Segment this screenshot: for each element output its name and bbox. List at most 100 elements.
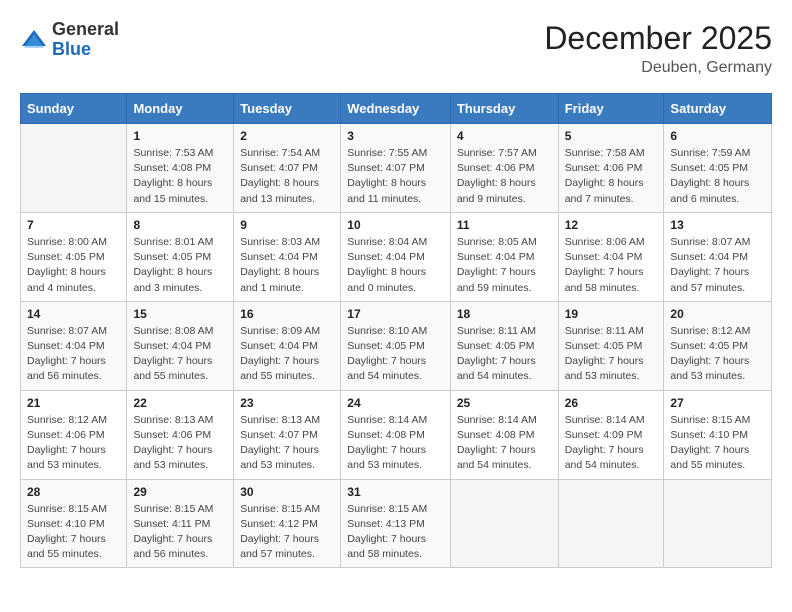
calendar-cell: 1 Sunrise: 7:53 AM Sunset: 4:08 PM Daylig… [127,124,234,213]
day-number: 13 [670,218,765,232]
day-info: Sunrise: 8:15 AM Sunset: 4:10 PM Dayligh… [670,413,765,474]
day-number: 1 [133,129,227,143]
day-info: Sunrise: 8:15 AM Sunset: 4:13 PM Dayligh… [347,502,444,563]
day-number: 7 [27,218,120,232]
day-number: 2 [240,129,334,143]
day-number: 26 [565,396,658,410]
day-number: 25 [457,396,552,410]
logo-text: General Blue [52,20,119,60]
calendar-cell: 6 Sunrise: 7:59 AM Sunset: 4:05 PM Daylig… [664,124,772,213]
day-info: Sunrise: 8:10 AM Sunset: 4:05 PM Dayligh… [347,324,444,385]
day-number: 3 [347,129,444,143]
logo-icon [20,26,48,54]
calendar-cell: 26 Sunrise: 8:14 AM Sunset: 4:09 PM Dayli… [558,390,664,479]
calendar-cell: 2 Sunrise: 7:54 AM Sunset: 4:07 PM Daylig… [234,124,341,213]
weekday-header-thursday: Thursday [450,94,558,124]
day-info: Sunrise: 8:04 AM Sunset: 4:04 PM Dayligh… [347,235,444,296]
calendar-cell: 3Sunrise: 7:55 AM Sunset: 4:07 PM Daylig… [341,124,451,213]
calendar-cell: 10 Sunrise: 8:04 AM Sunset: 4:04 PM Dayli… [341,212,451,301]
calendar-cell: 15 Sunrise: 8:08 AM Sunset: 4:04 PM Dayli… [127,301,234,390]
page-header: General Blue December 2025 Deuben, Germa… [20,20,772,77]
week-row-2: 14 Sunrise: 8:07 AM Sunset: 4:04 PM Dayli… [21,301,772,390]
calendar-cell: 27 Sunrise: 8:15 AM Sunset: 4:10 PM Dayli… [664,390,772,479]
day-info: Sunrise: 8:15 AM Sunset: 4:10 PM Dayligh… [27,502,120,563]
day-info: Sunrise: 8:07 AM Sunset: 4:04 PM Dayligh… [27,324,120,385]
weekday-header-friday: Friday [558,94,664,124]
calendar-cell [450,479,558,568]
calendar-cell: 28 Sunrise: 8:15 AM Sunset: 4:10 PM Dayli… [21,479,127,568]
calendar-cell: 17 Sunrise: 8:10 AM Sunset: 4:05 PM Dayli… [341,301,451,390]
calendar-cell: 12Sunrise: 8:06 AM Sunset: 4:04 PM Dayli… [558,212,664,301]
calendar-cell: 11 Sunrise: 8:05 AM Sunset: 4:04 PM Dayli… [450,212,558,301]
day-number: 14 [27,307,120,321]
calendar-cell: 31 Sunrise: 8:15 AM Sunset: 4:13 PM Dayli… [341,479,451,568]
day-info: Sunrise: 8:14 AM Sunset: 4:08 PM Dayligh… [457,413,552,474]
day-number: 19 [565,307,658,321]
day-number: 15 [133,307,227,321]
calendar-cell: 30Sunrise: 8:15 AM Sunset: 4:12 PM Dayli… [234,479,341,568]
day-number: 12 [565,218,658,232]
calendar-cell: 22Sunrise: 8:13 AM Sunset: 4:06 PM Dayli… [127,390,234,479]
day-number: 29 [133,485,227,499]
logo-general: General [52,19,119,39]
day-info: Sunrise: 8:01 AM Sunset: 4:05 PM Dayligh… [133,235,227,296]
day-number: 16 [240,307,334,321]
day-info: Sunrise: 8:07 AM Sunset: 4:04 PM Dayligh… [670,235,765,296]
day-info: Sunrise: 8:12 AM Sunset: 4:05 PM Dayligh… [670,324,765,385]
calendar-cell: 24 Sunrise: 8:14 AM Sunset: 4:08 PM Dayli… [341,390,451,479]
day-info: Sunrise: 7:54 AM Sunset: 4:07 PM Dayligh… [240,146,334,207]
weekday-header-saturday: Saturday [664,94,772,124]
calendar-cell: 14 Sunrise: 8:07 AM Sunset: 4:04 PM Dayli… [21,301,127,390]
logo: General Blue [20,20,119,60]
calendar-cell: 19 Sunrise: 8:11 AM Sunset: 4:05 PM Dayli… [558,301,664,390]
calendar-cell [664,479,772,568]
day-info: Sunrise: 7:57 AM Sunset: 4:06 PM Dayligh… [457,146,552,207]
calendar-table: SundayMondayTuesdayWednesdayThursdayFrid… [20,93,772,568]
day-info: Sunrise: 7:58 AM Sunset: 4:06 PM Dayligh… [565,146,658,207]
month-title: December 2025 [544,20,772,57]
logo-blue: Blue [52,39,91,59]
weekday-header-monday: Monday [127,94,234,124]
day-info: Sunrise: 8:11 AM Sunset: 4:05 PM Dayligh… [565,324,658,385]
day-number: 24 [347,396,444,410]
day-number: 31 [347,485,444,499]
week-row-1: 7Sunrise: 8:00 AM Sunset: 4:05 PM Daylig… [21,212,772,301]
day-number: 27 [670,396,765,410]
day-info: Sunrise: 8:13 AM Sunset: 4:07 PM Dayligh… [240,413,334,474]
day-info: Sunrise: 8:14 AM Sunset: 4:08 PM Dayligh… [347,413,444,474]
day-info: Sunrise: 7:53 AM Sunset: 4:08 PM Dayligh… [133,146,227,207]
weekday-header-wednesday: Wednesday [341,94,451,124]
day-info: Sunrise: 7:59 AM Sunset: 4:05 PM Dayligh… [670,146,765,207]
day-info: Sunrise: 8:13 AM Sunset: 4:06 PM Dayligh… [133,413,227,474]
location: Deuben, Germany [544,59,772,77]
calendar-cell [21,124,127,213]
calendar-cell: 18 Sunrise: 8:11 AM Sunset: 4:05 PM Dayli… [450,301,558,390]
day-number: 6 [670,129,765,143]
day-number: 9 [240,218,334,232]
week-row-4: 28 Sunrise: 8:15 AM Sunset: 4:10 PM Dayli… [21,479,772,568]
calendar-cell: 8 Sunrise: 8:01 AM Sunset: 4:05 PM Daylig… [127,212,234,301]
day-info: Sunrise: 8:05 AM Sunset: 4:04 PM Dayligh… [457,235,552,296]
title-block: December 2025 Deuben, Germany [544,20,772,77]
day-info: Sunrise: 8:14 AM Sunset: 4:09 PM Dayligh… [565,413,658,474]
day-info: Sunrise: 8:15 AM Sunset: 4:12 PM Dayligh… [240,502,334,563]
calendar-cell: 23 Sunrise: 8:13 AM Sunset: 4:07 PM Dayli… [234,390,341,479]
calendar-cell: 7Sunrise: 8:00 AM Sunset: 4:05 PM Daylig… [21,212,127,301]
day-number: 23 [240,396,334,410]
day-info: Sunrise: 8:08 AM Sunset: 4:04 PM Dayligh… [133,324,227,385]
day-number: 10 [347,218,444,232]
day-info: Sunrise: 8:12 AM Sunset: 4:06 PM Dayligh… [27,413,120,474]
calendar-cell: 4Sunrise: 7:57 AM Sunset: 4:06 PM Daylig… [450,124,558,213]
day-number: 17 [347,307,444,321]
day-info: Sunrise: 8:11 AM Sunset: 4:05 PM Dayligh… [457,324,552,385]
day-number: 20 [670,307,765,321]
calendar-cell: 13 Sunrise: 8:07 AM Sunset: 4:04 PM Dayli… [664,212,772,301]
day-number: 28 [27,485,120,499]
calendar-cell: 25 Sunrise: 8:14 AM Sunset: 4:08 PM Dayli… [450,390,558,479]
calendar-cell: 16Sunrise: 8:09 AM Sunset: 4:04 PM Dayli… [234,301,341,390]
day-info: Sunrise: 8:03 AM Sunset: 4:04 PM Dayligh… [240,235,334,296]
day-number: 11 [457,218,552,232]
weekday-header-sunday: Sunday [21,94,127,124]
day-number: 18 [457,307,552,321]
day-number: 8 [133,218,227,232]
